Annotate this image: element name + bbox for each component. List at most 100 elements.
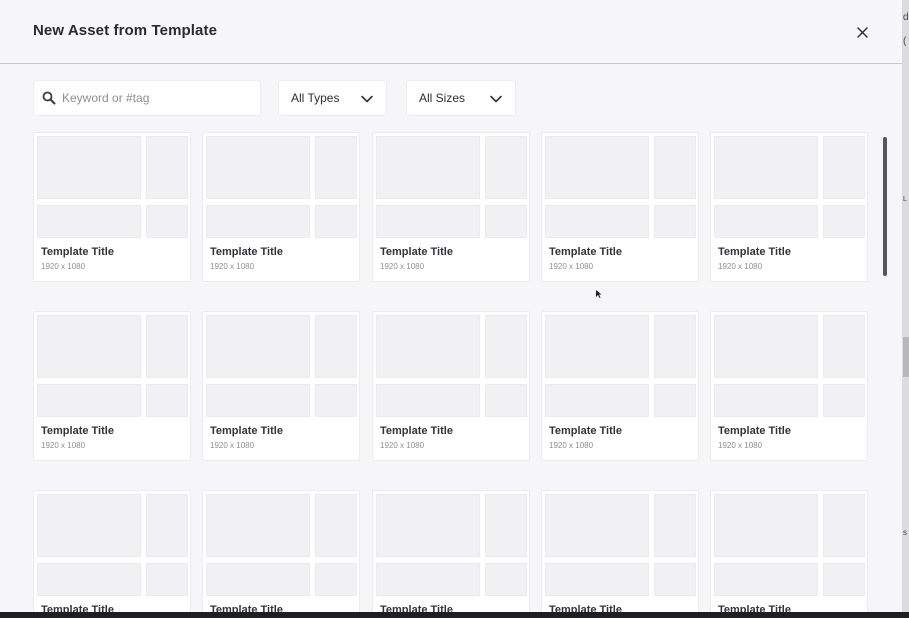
thumbnail-placeholder-block [146,384,188,417]
template-card[interactable]: Template Title1920 x 1080 [372,490,530,612]
search-box[interactable] [33,80,261,116]
template-card[interactable]: Template Title1920 x 1080 [710,490,868,612]
thumbnail-placeholder-block [545,494,649,557]
template-title: Template Title [380,246,453,258]
thumbnail-placeholder-block [315,205,357,238]
thumbnail-placeholder-block [485,384,527,417]
thumbnail-placeholder-block [37,136,141,199]
thumbnail-placeholder-block [146,136,188,199]
template-card[interactable]: Template Title1920 x 1080 [202,311,360,461]
thumbnail-placeholder-block [654,563,696,596]
thumbnail-placeholder-block [545,315,649,378]
template-card[interactable]: Template Title 1920 x 1080 [372,311,530,461]
thumbnail-placeholder-block [146,563,188,596]
template-title: Template Title [210,246,283,258]
template-thumbnail [545,136,696,238]
template-card[interactable]: Template Title1920 x 1080 [710,132,868,282]
thumbnail-placeholder-block [714,494,818,557]
chevron-down-icon [360,92,374,106]
template-thumbnail [545,315,696,417]
template-card[interactable]: Template Title1920 x 1080 [202,490,360,612]
thumbnail-placeholder-block [823,315,865,378]
thumbnail-placeholder-block [714,315,818,378]
template-title: Template Title [549,246,622,258]
thumbnail-placeholder-block [545,563,649,596]
template-card[interactable]: Template Title 1920 x 1080 [202,132,360,282]
template-thumbnail [206,136,357,238]
thumbnail-placeholder-block [714,384,818,417]
template-title: Template Title [380,604,453,612]
thumbnail-placeholder-block [206,136,310,199]
thumbnail-placeholder-block [714,563,818,596]
template-size: 1920 x 1080 [41,441,86,450]
scrollbar-thumb[interactable] [883,137,887,276]
template-thumbnail [37,494,188,596]
template-card[interactable]: Template Title1920 x 1080 [541,490,699,612]
background-text-fragment: s [903,528,907,537]
thumbnail-placeholder-block [37,315,141,378]
template-card[interactable]: Template Title1920 x 1080 [33,311,191,461]
type-filter-label: All Types [291,91,340,105]
template-thumbnail [545,494,696,596]
template-thumbnail [714,136,865,238]
thumbnail-placeholder-block [714,205,818,238]
thumbnail-placeholder-block [315,494,357,557]
template-size: 1920 x 1080 [718,262,763,271]
template-title: Template Title [41,246,114,258]
thumbnail-placeholder-block [146,494,188,557]
thumbnail-placeholder-block [376,205,480,238]
type-filter-dropdown[interactable]: All Types [278,80,387,116]
thumbnail-placeholder-block [485,205,527,238]
thumbnail-placeholder-block [37,563,141,596]
thumbnail-placeholder-block [545,205,649,238]
thumbnail-placeholder-block [376,563,480,596]
search-input[interactable] [62,91,252,105]
search-icon [42,91,56,105]
template-title: Template Title [380,425,453,437]
template-size: 1920 x 1080 [41,262,86,271]
template-thumbnail [37,136,188,238]
thumbnail-placeholder-block [37,205,141,238]
thumbnail-placeholder-block [545,384,649,417]
template-size: 1920 x 1080 [210,262,255,271]
new-asset-dialog: New Asset from Template All Types [0,0,902,612]
template-card[interactable]: Template Title1920 x 1080 [710,311,868,461]
thumbnail-placeholder-block [545,136,649,199]
close-button[interactable] [851,21,873,43]
thumbnail-placeholder-block [376,384,480,417]
thumbnail-placeholder-block [315,563,357,596]
template-thumbnail [206,494,357,596]
template-size: 1920 x 1080 [380,441,425,450]
thumbnail-placeholder-block [654,494,696,557]
size-filter-label: All Sizes [419,91,466,105]
thumbnail-placeholder-block [376,494,480,557]
template-card[interactable]: Template Title1920 x 1080 [541,311,699,461]
template-card[interactable]: Template Title1920 x 1080 [372,132,530,282]
chevron-down-icon [489,92,503,106]
filter-toolbar: All Types All Sizes [0,65,902,125]
template-card[interactable]: Template Title 1920 x 1080 [33,132,191,282]
thumbnail-placeholder-block [823,205,865,238]
template-card[interactable]: Template Title1920 x 1080 [33,490,191,612]
dialog-header: New Asset from Template [0,0,902,64]
background-panel-fragment [903,337,909,377]
thumbnail-placeholder-block [485,136,527,199]
template-thumbnail [376,136,527,238]
bottom-edge-bar [0,612,909,618]
thumbnail-placeholder-block [823,384,865,417]
thumbnail-placeholder-block [146,205,188,238]
template-title: Template Title [718,604,791,612]
template-grid: Template Title 1920 x 1080 Template Title 1… [0,125,902,612]
template-thumbnail [376,494,527,596]
thumbnail-placeholder-block [37,384,141,417]
template-size: 1920 x 1080 [210,441,255,450]
thumbnail-placeholder-block [654,384,696,417]
dialog-title: New Asset from Template [33,22,218,39]
template-title: Template Title [718,425,791,437]
thumbnail-placeholder-block [206,315,310,378]
size-filter-dropdown[interactable]: All Sizes [406,80,516,116]
thumbnail-placeholder-block [376,315,480,378]
template-title: Template Title [41,604,114,612]
close-icon [856,26,868,38]
template-card[interactable]: Template Title1920 x 1080 [541,132,699,282]
